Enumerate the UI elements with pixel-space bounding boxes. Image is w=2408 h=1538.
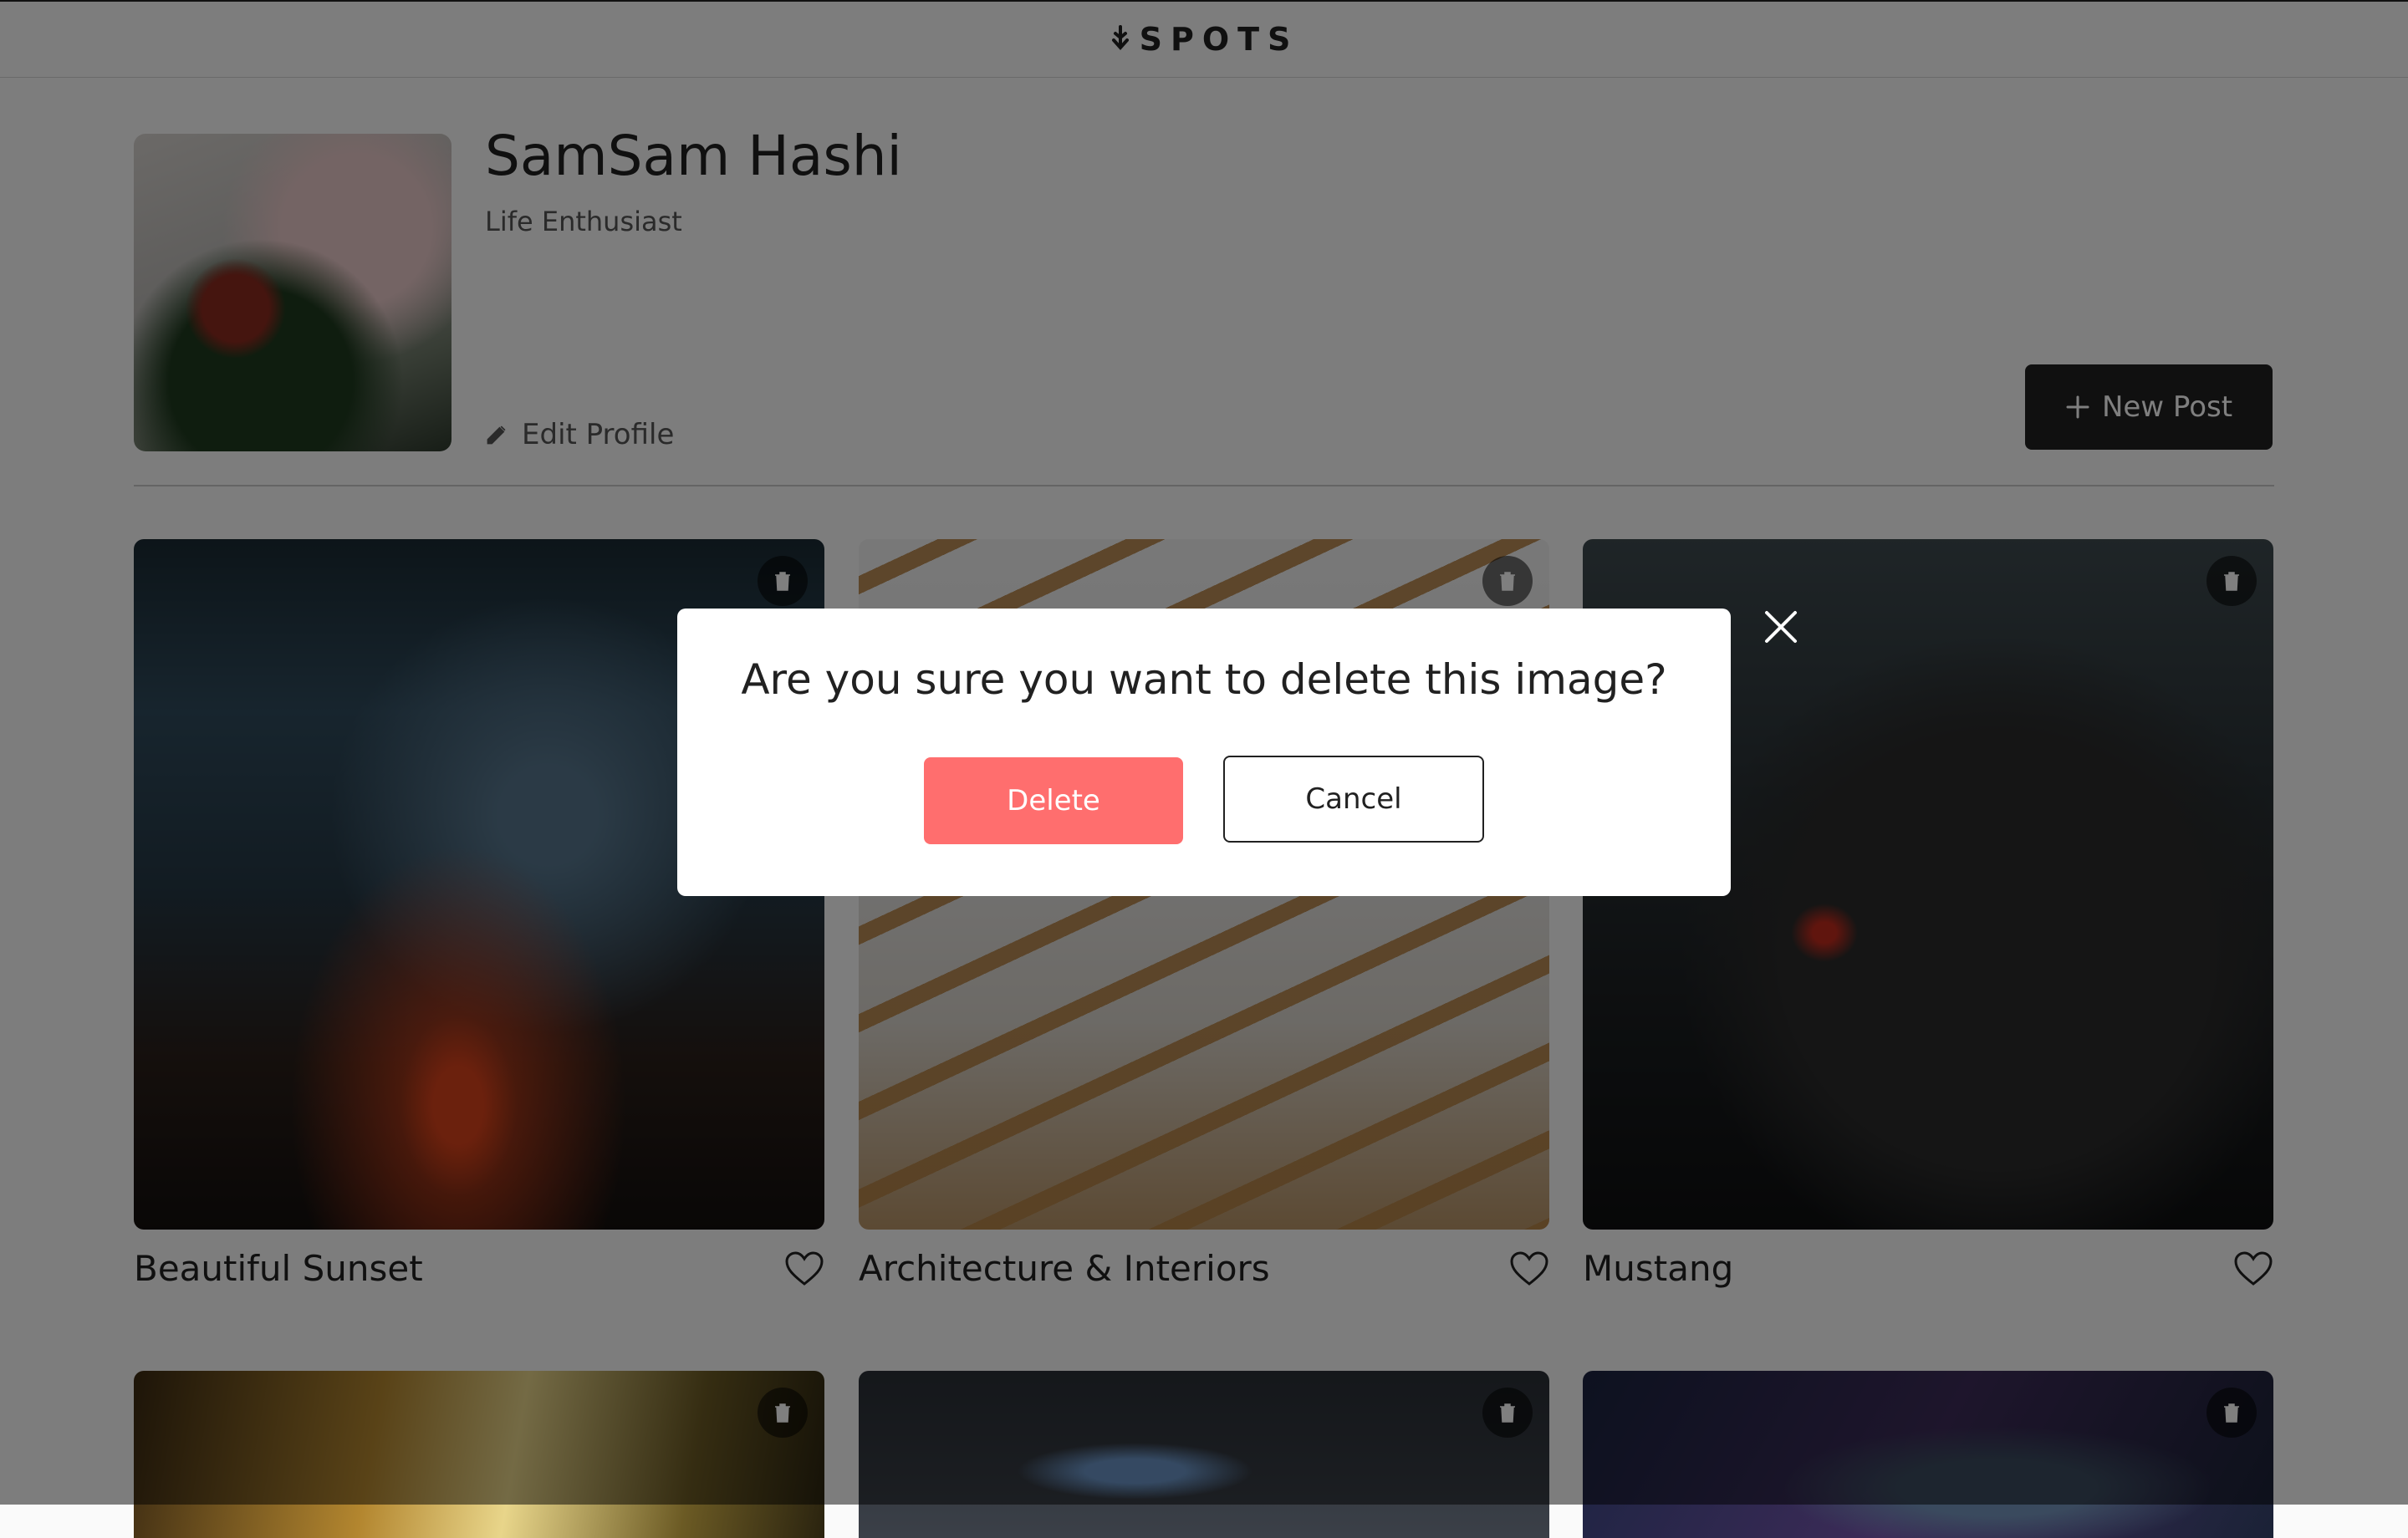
delete-confirm-modal: Are you sure you want to delete this ima… <box>677 609 1731 896</box>
cancel-button[interactable]: Cancel <box>1223 756 1484 843</box>
modal-title: Are you sure you want to delete this ima… <box>741 655 1667 704</box>
close-icon <box>1765 611 1797 643</box>
modal-close-button[interactable] <box>1760 606 1802 648</box>
confirm-delete-button[interactable]: Delete <box>924 757 1183 844</box>
